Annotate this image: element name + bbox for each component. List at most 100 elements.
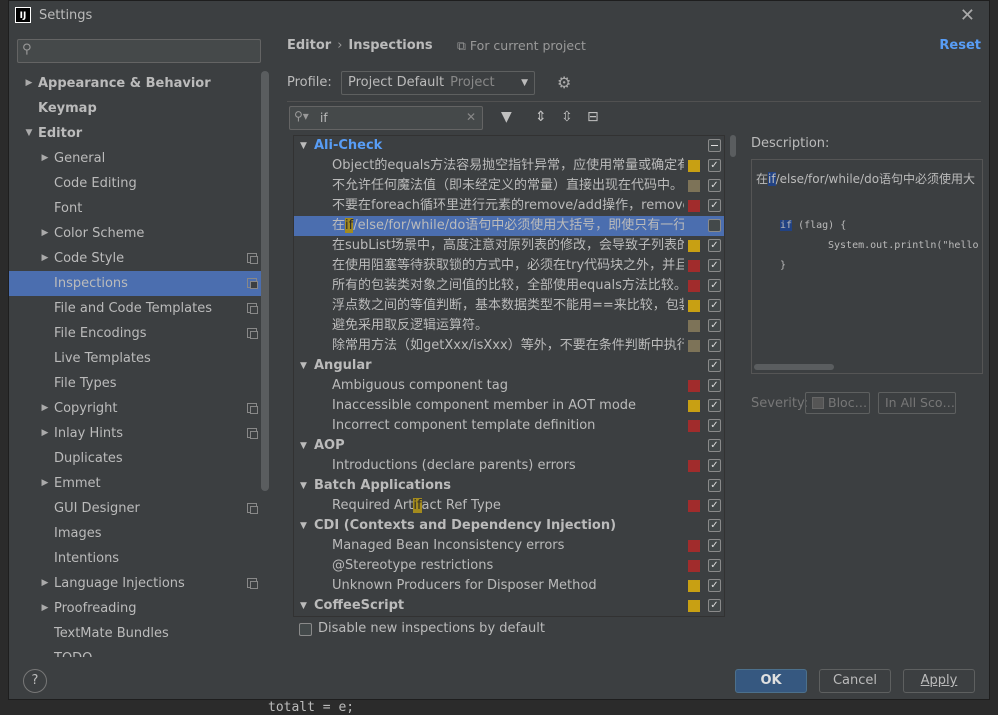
chevron-down-icon[interactable]: ▼ xyxy=(300,136,307,156)
expand-all-icon[interactable]: ⇕ xyxy=(535,109,547,125)
inspection-scrollbar[interactable] xyxy=(730,135,736,617)
chevron-right-icon[interactable]: ▶ xyxy=(23,71,35,96)
inspection-checkbox[interactable] xyxy=(708,219,721,232)
sidebar-item-file-types[interactable]: File Types xyxy=(9,371,261,396)
sidebar-item-appearance-behavior[interactable]: ▶ Appearance & Behavior xyxy=(9,71,261,96)
description-scrollbar[interactable] xyxy=(754,364,834,370)
inspection-checkbox[interactable]: ✓ xyxy=(708,319,721,332)
inspection-item[interactable]: 在if/else/for/while/do语句中必须使用大括号，即使只有一行代码 xyxy=(294,216,724,236)
inspection-checkbox[interactable]: ✓ xyxy=(708,359,721,372)
inspection-checkbox[interactable]: ✓ xyxy=(708,339,721,352)
settings-search[interactable]: ⚲ xyxy=(17,39,261,63)
chevron-right-icon[interactable]: ▶ xyxy=(39,596,51,621)
chevron-right-icon[interactable]: ▶ xyxy=(39,246,51,271)
severity-dropdown[interactable]: Bloc… xyxy=(805,392,870,414)
cancel-button[interactable]: Cancel xyxy=(819,669,891,693)
inspection-checkbox[interactable]: ✓ xyxy=(708,439,721,452)
sidebar-item-inspections[interactable]: Inspections xyxy=(9,271,261,296)
apply-button[interactable]: Apply xyxy=(903,669,975,693)
sidebar-item-copyright[interactable]: ▶ Copyright xyxy=(9,396,261,421)
sidebar-item-textmate-bundles[interactable]: TextMate Bundles xyxy=(9,621,261,646)
inspection-group[interactable]: ▼ CDI (Contexts and Dependency Injection)… xyxy=(294,516,724,536)
sidebar-item-live-templates[interactable]: Live Templates xyxy=(9,346,261,371)
sidebar-item-inlay-hints[interactable]: ▶ Inlay Hints xyxy=(9,421,261,446)
inspection-checkbox[interactable]: ✓ xyxy=(708,199,721,212)
chevron-down-icon[interactable]: ▼ xyxy=(300,356,307,376)
inspection-item[interactable]: 不要在foreach循环里进行元素的remove/add操作，remove元素 ✓ xyxy=(294,196,724,216)
sidebar-item-editor[interactable]: ▼ Editor xyxy=(9,121,261,146)
ok-button[interactable]: OK xyxy=(735,669,807,693)
sidebar-scrollbar[interactable] xyxy=(261,71,269,651)
chevron-down-icon[interactable]: ▼ xyxy=(23,121,35,146)
scope-dropdown[interactable]: In All Sco… xyxy=(878,392,956,414)
inspection-item[interactable]: 所有的包装类对象之间值的比较，全部使用equals方法比较。 ✓ xyxy=(294,276,724,296)
inspection-checkbox[interactable]: ✓ xyxy=(708,539,721,552)
inspection-group[interactable]: ▼ CoffeeScript ✓ xyxy=(294,596,724,616)
inspection-checkbox[interactable]: ✓ xyxy=(708,279,721,292)
sidebar-item-intentions[interactable]: Intentions xyxy=(9,546,261,571)
inspection-group[interactable]: ▼ Angular ✓ xyxy=(294,356,724,376)
chevron-right-icon[interactable]: ▶ xyxy=(39,471,51,496)
inspection-checkbox[interactable]: ✓ xyxy=(708,399,721,412)
chevron-down-icon[interactable]: ▼ xyxy=(300,476,307,496)
chevron-down-icon[interactable]: ▼ xyxy=(300,596,307,616)
collapse-all-icon[interactable]: ⇳ xyxy=(561,109,573,125)
inspection-checkbox[interactable]: ✓ xyxy=(708,459,721,472)
chevron-right-icon[interactable]: ▶ xyxy=(39,396,51,421)
sidebar-item-gui-designer[interactable]: GUI Designer xyxy=(9,496,261,521)
inspection-checkbox[interactable]: ✓ xyxy=(708,479,721,492)
inspection-checkbox[interactable] xyxy=(708,139,721,152)
inspection-checkbox[interactable]: ✓ xyxy=(708,519,721,532)
inspection-filter-input[interactable] xyxy=(320,109,460,127)
sidebar-item-keymap[interactable]: Keymap xyxy=(9,96,261,121)
inspection-group[interactable]: ▼ AOP ✓ xyxy=(294,436,724,456)
gear-icon[interactable]: ⚙ xyxy=(557,73,571,92)
sidebar-item-general[interactable]: ▶ General xyxy=(9,146,261,171)
sidebar-item-file-and-code-templates[interactable]: File and Code Templates xyxy=(9,296,261,321)
inspection-item[interactable]: Introductions (declare parents) errors ✓ xyxy=(294,456,724,476)
inspection-checkbox[interactable]: ✓ xyxy=(708,599,721,612)
close-icon[interactable]: ✕ xyxy=(960,5,975,26)
inspection-item[interactable]: Unknown Producers for Disposer Method ✓ xyxy=(294,576,724,596)
inspection-checkbox[interactable]: ✓ xyxy=(708,239,721,252)
inspection-group[interactable]: ▼ Batch Applications ✓ xyxy=(294,476,724,496)
disable-new-checkbox[interactable] xyxy=(299,623,312,636)
sidebar-item-font[interactable]: Font xyxy=(9,196,261,221)
chevron-right-icon[interactable]: ▶ xyxy=(39,146,51,171)
sidebar-item-code-editing[interactable]: Code Editing xyxy=(9,171,261,196)
sidebar-item-code-style[interactable]: ▶ Code Style xyxy=(9,246,261,271)
sidebar-item-images[interactable]: Images xyxy=(9,521,261,546)
inspection-item[interactable]: 不允许任何魔法值（即未经定义的常量）直接出现在代码中。 ✓ xyxy=(294,176,724,196)
sidebar-item-emmet[interactable]: ▶ Emmet xyxy=(9,471,261,496)
chevron-down-icon[interactable]: ▼ xyxy=(300,436,307,456)
inspection-item[interactable]: 避免采用取反逻辑运算符。 ✓ xyxy=(294,316,724,336)
clear-icon[interactable]: ✕ xyxy=(466,110,476,124)
inspection-checkbox[interactable]: ✓ xyxy=(708,579,721,592)
inspection-item[interactable]: Ambiguous component tag ✓ xyxy=(294,376,724,396)
inspection-checkbox[interactable]: ✓ xyxy=(708,499,721,512)
inspection-checkbox[interactable]: ✓ xyxy=(708,419,721,432)
sidebar-item-color-scheme[interactable]: ▶ Color Scheme xyxy=(9,221,261,246)
inspection-checkbox[interactable]: ✓ xyxy=(708,559,721,572)
profile-dropdown[interactable]: Project Default Project ▼ xyxy=(341,71,535,95)
inspection-checkbox[interactable]: ✓ xyxy=(708,299,721,312)
inspection-checkbox[interactable]: ✓ xyxy=(708,259,721,272)
inspection-item[interactable]: 在使用阻塞等待获取锁的方式中，必须在try代码块之外，并且在加 ✓ xyxy=(294,256,724,276)
inspection-item[interactable]: Object的equals方法容易抛空指针异常，应使用常量或确定有值的 ✓ xyxy=(294,156,724,176)
sidebar-item-duplicates[interactable]: Duplicates xyxy=(9,446,261,471)
inspection-item[interactable]: 除常用方法（如getXxx/isXxx）等外，不要在条件判断中执行复杂 ✓ xyxy=(294,336,724,356)
inspection-checkbox[interactable]: ✓ xyxy=(708,159,721,172)
inspection-filter[interactable]: ⚲▾ ✕ xyxy=(289,106,483,130)
reset-link[interactable]: Reset xyxy=(939,38,981,53)
inspection-item[interactable]: Incorrect component template definition ✓ xyxy=(294,416,724,436)
sidebar-item-proofreading[interactable]: ▶ Proofreading xyxy=(9,596,261,621)
filter-icon[interactable]: ▼ xyxy=(501,109,512,125)
inspection-group[interactable]: ▼ Ali-Check xyxy=(294,136,724,156)
inspection-item[interactable]: 在subList场景中，高度注意对原列表的修改，会导致子列表的遍历 ✓ xyxy=(294,236,724,256)
inspection-item[interactable]: Managed Bean Inconsistency errors ✓ xyxy=(294,536,724,556)
chevron-right-icon[interactable]: ▶ xyxy=(39,571,51,596)
inspection-checkbox[interactable]: ✓ xyxy=(708,179,721,192)
inspection-item[interactable]: Inaccessible component member in AOT mod… xyxy=(294,396,724,416)
sidebar-item-language-injections[interactable]: ▶ Language Injections xyxy=(9,571,261,596)
reset-to-empty-icon[interactable]: ⊟ xyxy=(587,109,599,125)
